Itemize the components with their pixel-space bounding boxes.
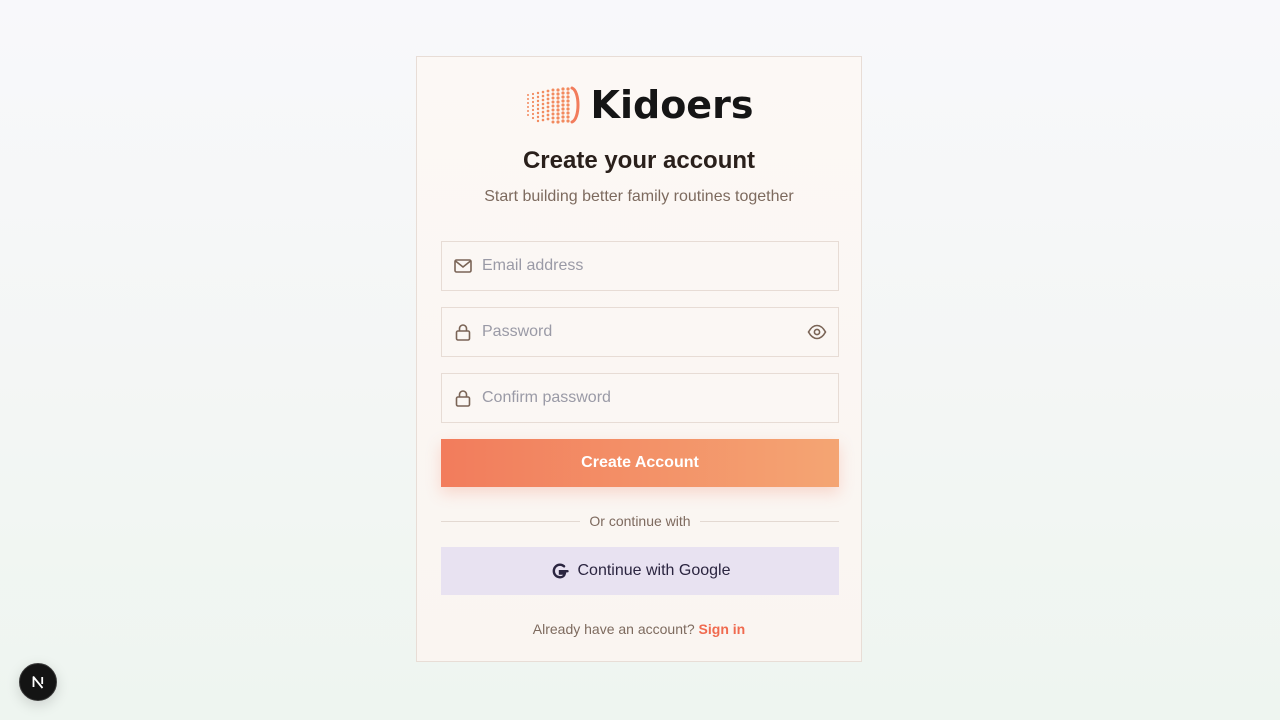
brand-wordmark: Kidoers [590,83,754,127]
page-title: Create your account [522,147,756,174]
kidoers-logo-mark-icon [526,86,580,124]
divider-label: Or continue with [589,513,691,529]
signin-prompt: Already have an account? Sign in [417,621,861,637]
signup-card: Kidoers Create your account Start buildi… [416,56,862,662]
google-signin-button[interactable]: Continue with Google [441,547,839,595]
email-field[interactable] [441,241,839,291]
confirm-password-field[interactable] [441,373,839,423]
page-subtitle: Start building better family routines to… [484,188,794,205]
divider-line-left [441,520,581,522]
nextjs-icon [32,676,44,689]
create-account-button[interactable]: Create Account [441,439,839,487]
password-field[interactable] [441,307,839,357]
google-icon [552,563,569,579]
brand-logo: Kidoers [417,85,861,125]
confirm-password-input[interactable] [482,374,838,422]
eye-icon[interactable] [806,321,828,343]
google-button-label: Continue with Google [577,562,731,579]
mail-icon [453,256,473,276]
divider-line-right [699,520,840,522]
signin-link[interactable]: Sign in [699,621,746,637]
oauth-divider: Or continue with [441,513,840,529]
nextjs-dev-badge[interactable] [19,663,57,701]
lock-icon [453,388,473,408]
password-input[interactable] [482,308,806,356]
signin-prompt-text: Already have an account? [532,621,695,637]
lock-icon [453,322,473,342]
email-input[interactable] [482,242,838,290]
